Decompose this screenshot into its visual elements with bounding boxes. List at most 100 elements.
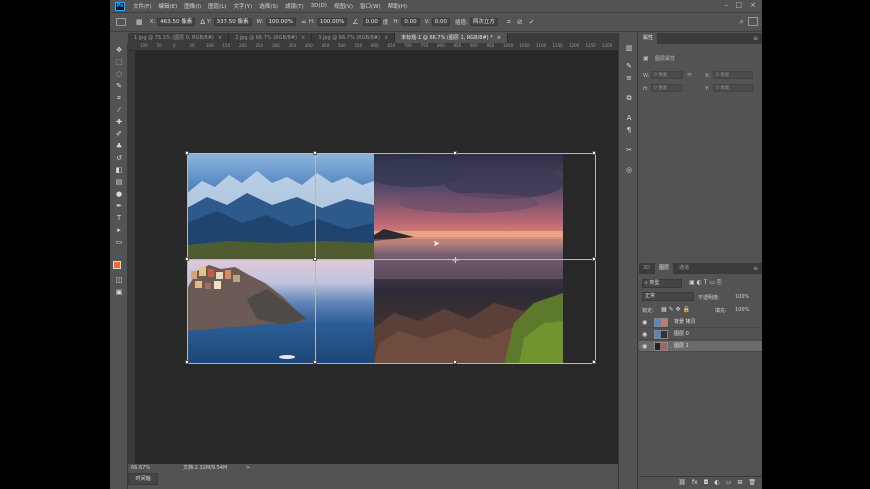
timeline-button[interactable]: 时间轴 — [128, 473, 158, 485]
y-field[interactable]: 0 像素 — [713, 84, 753, 92]
transform-handle-bottom-middle[interactable] — [453, 360, 457, 364]
canvas-workspace[interactable]: ✛ ➤ — [136, 51, 618, 464]
minimize-icon[interactable]: – — [725, 1, 729, 9]
shape-tool-icon[interactable]: ▭ — [113, 237, 125, 247]
cancel-transform-icon[interactable]: ⊘ — [517, 18, 523, 26]
clone-stamp-tool-icon[interactable]: ♣ — [113, 141, 125, 151]
warp-mode-icon[interactable]: ⌗ — [507, 18, 511, 27]
menu-3d[interactable]: 3D(D) — [311, 3, 327, 9]
layer-row[interactable]: ◉ 背景 拷贝 — [639, 317, 762, 328]
gradient-tool-icon[interactable]: ▤ — [113, 177, 125, 187]
tab-channels[interactable]: 通道 — [675, 263, 693, 274]
panel-menu-icon[interactable]: ≡ — [753, 33, 758, 44]
reference-point-icon[interactable]: ▦ — [136, 18, 143, 26]
layer-row[interactable]: ◉ 图层 0 — [639, 329, 762, 340]
zoom-level[interactable]: 66.67% — [131, 464, 150, 472]
paragraph-panel-icon[interactable]: ¶ — [624, 125, 634, 135]
maximize-icon[interactable]: □ — [735, 1, 742, 9]
tab-properties[interactable]: 属性 — [639, 33, 658, 44]
clone-source-panel-icon[interactable]: ⧉ — [624, 93, 634, 103]
tab-doc-2[interactable]: 2.jpg @ 66.7% (RGB/8#) × — [229, 33, 313, 43]
history-brush-tool-icon[interactable]: ↺ — [113, 153, 125, 163]
transform-handle-middle-left[interactable] — [185, 257, 189, 261]
opacity-value[interactable]: 100% — [735, 294, 749, 300]
visibility-eye-icon[interactable]: ◉ — [642, 343, 647, 350]
tab-3d[interactable]: 3D — [639, 263, 654, 274]
eraser-tool-icon[interactable]: ◧ — [113, 165, 125, 175]
menu-edit[interactable]: 编辑(E) — [158, 2, 177, 10]
x-input[interactable]: 463.50 像素 — [157, 18, 196, 26]
blend-mode-select[interactable]: 正常 — [642, 292, 694, 301]
w-field[interactable]: 0 像素 — [651, 71, 683, 79]
interpolation-select[interactable]: 两次立方 — [469, 18, 498, 26]
transform-tool-icon[interactable] — [116, 18, 126, 26]
eyedropper-tool-icon[interactable]: ⁄ — [113, 105, 125, 115]
menu-help[interactable]: 帮助(H) — [388, 2, 407, 10]
transform-handle-bottom-right[interactable] — [592, 360, 596, 364]
menu-image[interactable]: 图像(I) — [184, 2, 201, 10]
tab-doc-untitled[interactable]: 未标题-1 @ 66.7% (图层 1, RGB/8#) * × — [395, 33, 508, 43]
layer-style-icon[interactable]: fx — [692, 479, 698, 486]
tab-doc-3[interactable]: 3.jpg @ 66.7% (RGB/8#) × — [312, 33, 396, 43]
tab-layers[interactable]: 图层 — [655, 263, 674, 274]
dodge-tool-icon[interactable]: ● — [113, 189, 125, 199]
3d-panel-icon[interactable]: ◎ — [624, 165, 634, 175]
tool-presets-panel-icon[interactable]: ✂ — [624, 145, 634, 155]
transform-bounding-box[interactable]: ✛ ➤ — [185, 151, 596, 364]
foreground-color-swatch[interactable] — [113, 261, 121, 269]
vskew-input[interactable]: 0.00 — [431, 18, 451, 26]
search-icon[interactable]: ⌕ — [740, 17, 744, 27]
delete-layer-icon[interactable]: 🗑 — [748, 479, 756, 486]
y-input[interactable]: 337.50 像素 — [213, 18, 252, 26]
transform-handle-center-guide[interactable] — [313, 257, 317, 261]
healing-brush-tool-icon[interactable]: ✚ — [113, 117, 125, 127]
hskew-input[interactable]: 0.00 — [401, 18, 420, 26]
tab-close-icon[interactable]: × — [384, 35, 388, 41]
quick-mask-icon[interactable]: ◫ — [113, 275, 125, 285]
move-tool-icon[interactable]: ✥ — [113, 45, 125, 55]
character-panel-icon[interactable]: A — [624, 113, 634, 123]
link-layers-icon[interactable]: ⛓ — [678, 479, 686, 486]
tab-doc-1[interactable]: 1.jpg @ 75.1% (图层 0, RGB/8#) × — [128, 33, 230, 43]
menu-layer[interactable]: 图层(L) — [208, 2, 226, 10]
menu-view[interactable]: 视图(V) — [334, 2, 353, 10]
visibility-eye-icon[interactable]: ◉ — [642, 331, 647, 338]
new-layer-icon[interactable]: ⊞ — [737, 479, 742, 486]
transform-handle-bottom-guide[interactable] — [313, 360, 317, 364]
menu-filter[interactable]: 滤镜(T) — [285, 2, 304, 10]
pen-tool-icon[interactable]: ✒ — [113, 201, 125, 211]
link-icon[interactable]: ∞ — [301, 18, 307, 26]
add-mask-icon[interactable]: ◘ — [704, 479, 709, 486]
crop-tool-icon[interactable]: ⌗ — [113, 93, 125, 103]
status-menu-arrow[interactable]: > — [246, 464, 250, 472]
quick-select-tool-icon[interactable]: ✎ — [113, 81, 125, 91]
screen-mode-icon[interactable]: ▣ — [113, 287, 125, 297]
transform-handle-top-left[interactable] — [185, 151, 189, 155]
marquee-tool-icon[interactable]: ⬚ — [113, 57, 125, 67]
lock-icons[interactable]: ▦ ✎ ✥ 🔒 — [661, 306, 690, 313]
type-tool-icon[interactable]: T — [113, 213, 125, 223]
menu-select[interactable]: 选择(S) — [259, 2, 278, 10]
history-panel-icon[interactable]: ▥ — [624, 43, 634, 53]
adjustments-panel-icon[interactable]: ≡ — [624, 73, 634, 83]
link-dimensions-icon[interactable]: ∞ — [687, 71, 692, 78]
x-field[interactable]: 0 像素 — [713, 71, 753, 79]
transform-handle-top-middle[interactable] — [453, 151, 457, 155]
menu-type[interactable]: 文字(Y) — [234, 2, 253, 10]
layers-panel-menu-icon[interactable]: ≡ — [753, 263, 758, 274]
tab-close-icon[interactable]: × — [301, 35, 305, 41]
transform-handle-bottom-left[interactable] — [185, 360, 189, 364]
menu-file[interactable]: 文件(F) — [133, 2, 151, 10]
adjustment-layer-icon[interactable]: ◐ — [714, 479, 719, 486]
delta-icon[interactable]: Δ — [200, 18, 205, 26]
tab-close-icon[interactable]: × — [497, 35, 501, 41]
path-select-tool-icon[interactable]: ▸ — [113, 225, 125, 235]
h-input[interactable]: 100.00% — [316, 18, 348, 26]
menu-window[interactable]: 窗口(W) — [360, 2, 381, 10]
visibility-eye-icon[interactable]: ◉ — [642, 319, 647, 326]
transform-handle-top-right[interactable] — [592, 151, 596, 155]
transform-center-icon[interactable]: ✛ — [452, 256, 459, 265]
h-field[interactable]: 0 像素 — [651, 84, 683, 92]
tab-close-icon[interactable]: × — [218, 35, 222, 41]
close-window-icon[interactable]: × — [750, 1, 756, 9]
